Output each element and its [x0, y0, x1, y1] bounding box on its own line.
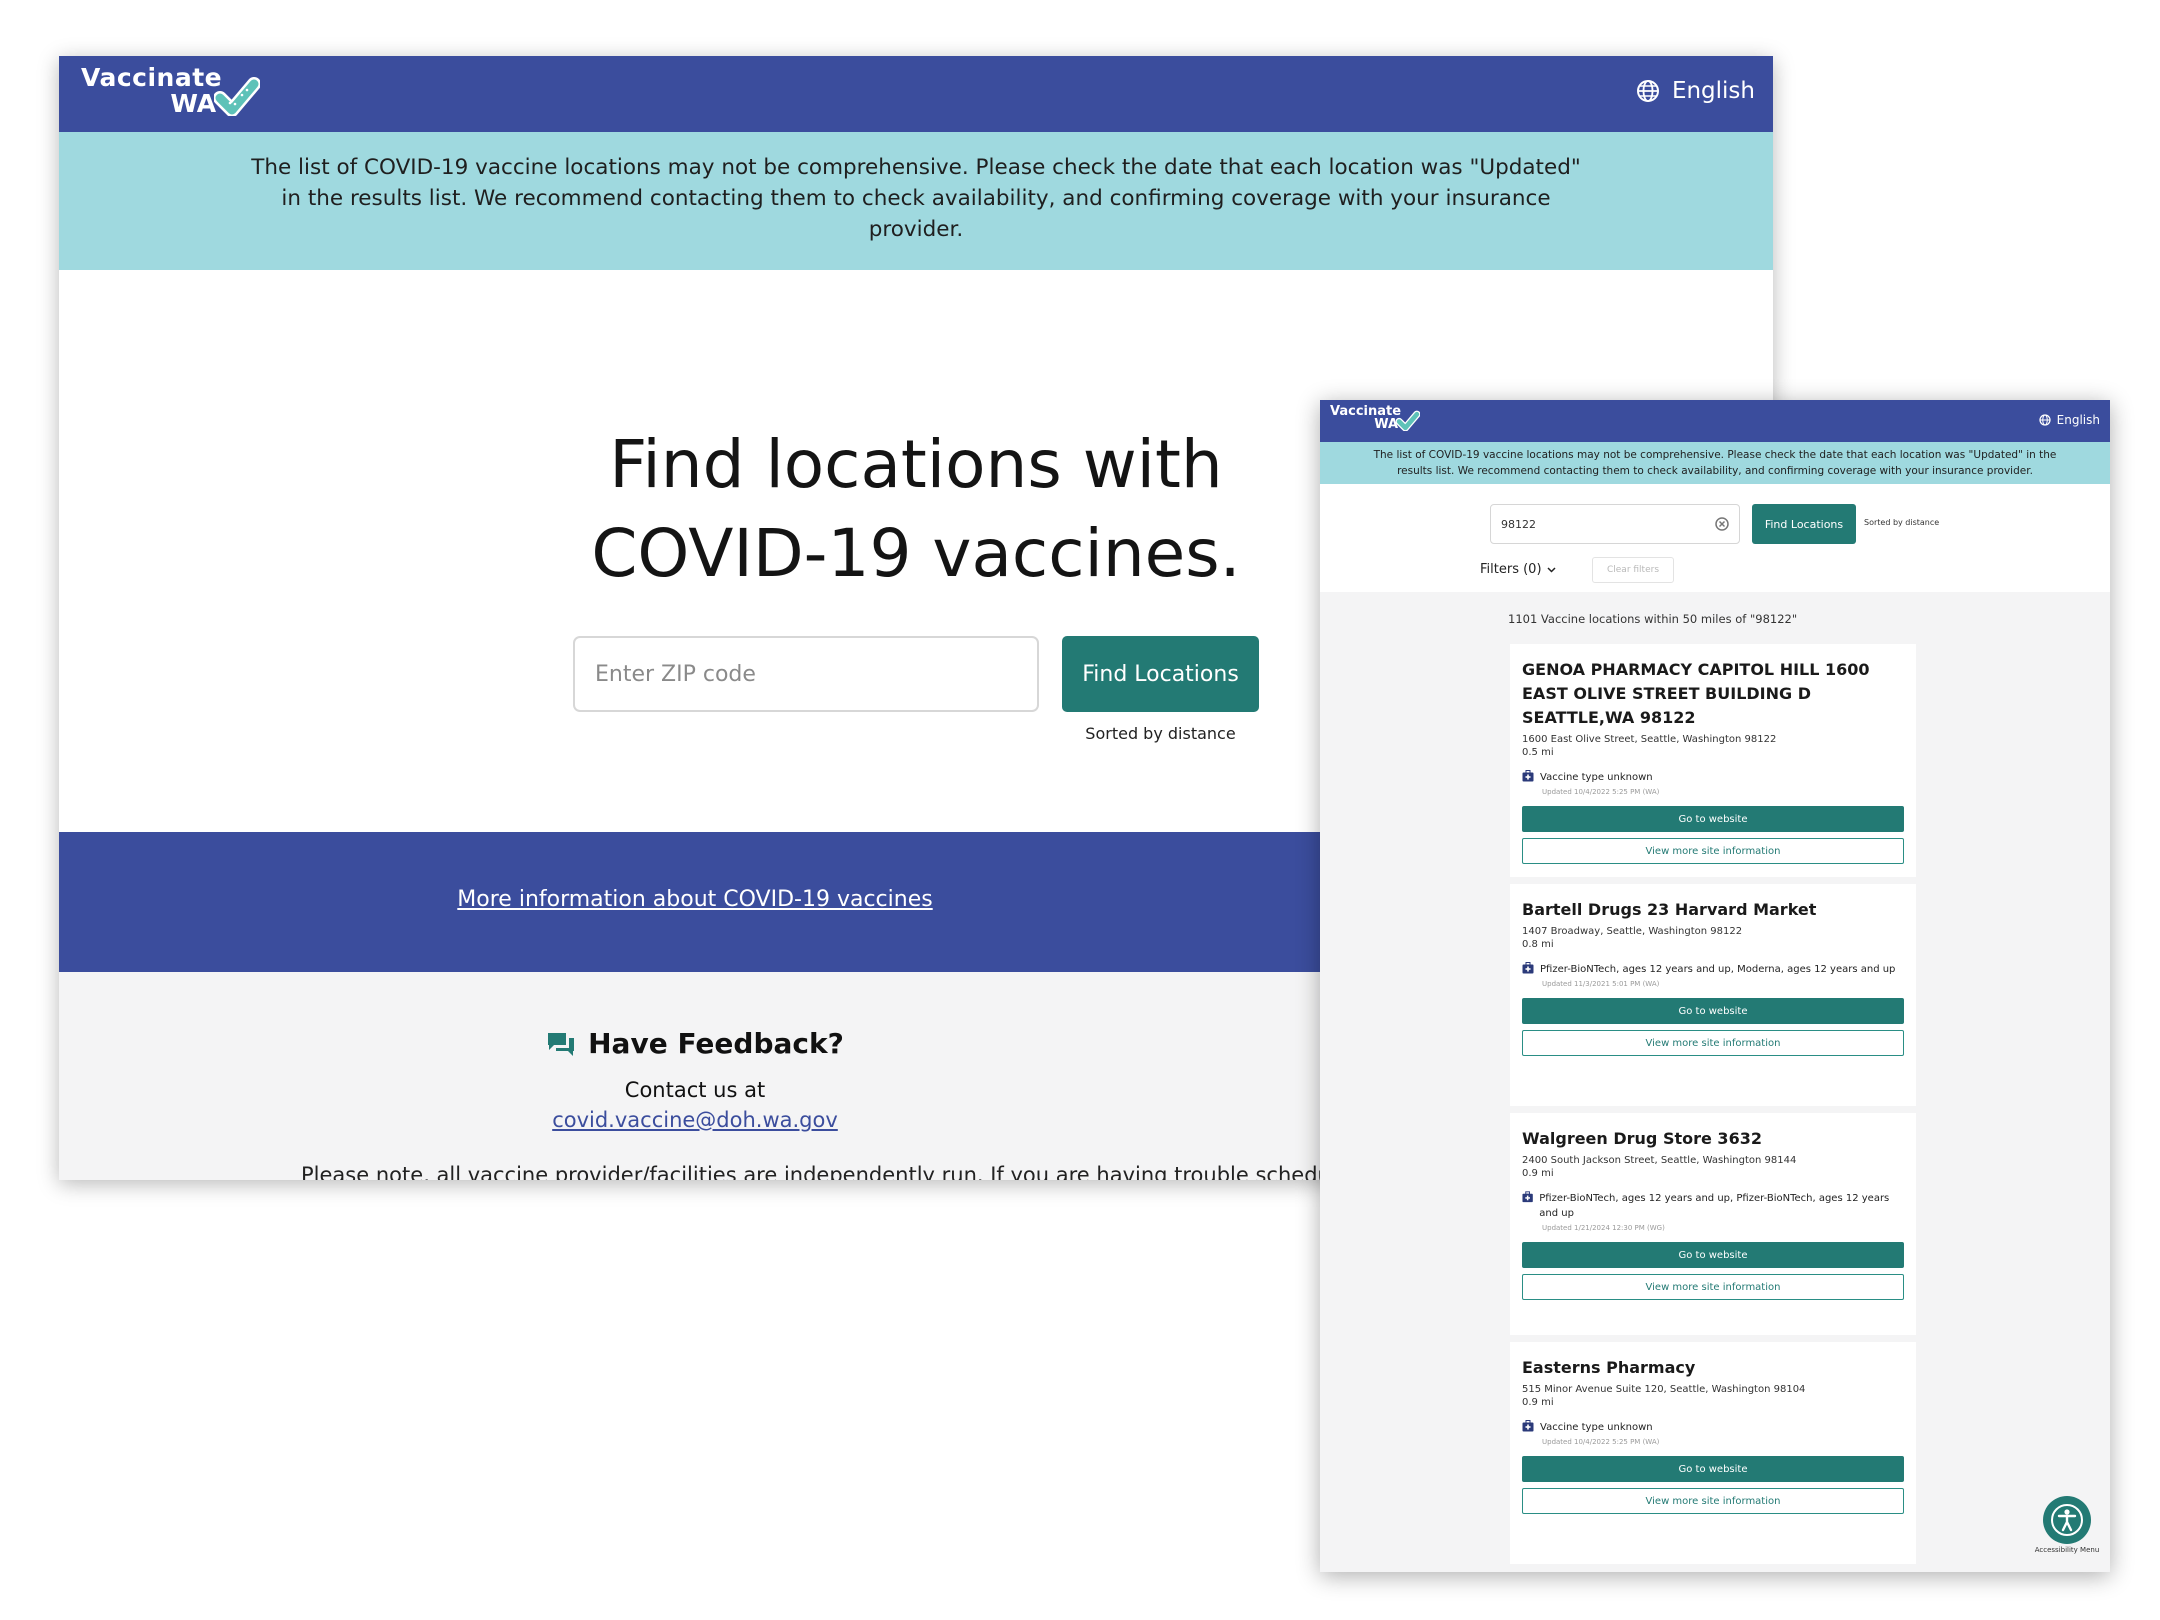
logo-text-line1: Vaccinate	[81, 62, 223, 92]
accessibility-menu-label: Accessibility Menu	[2034, 1546, 2100, 1554]
view-more-info-button[interactable]: View more site information	[1522, 1488, 1904, 1514]
medical-kit-icon	[1522, 962, 1534, 974]
location-address: 1600 East Olive Street, Seattle, Washing…	[1522, 734, 1777, 745]
language-label: English	[2056, 413, 2100, 427]
location-address: 515 Minor Avenue Suite 120, Seattle, Was…	[1522, 1384, 1806, 1395]
medical-kit-icon	[1522, 770, 1534, 782]
bandage-check-icon	[1396, 410, 1421, 431]
language-selector[interactable]: English	[1636, 78, 1755, 104]
go-to-website-button[interactable]: Go to website	[1522, 1456, 1904, 1482]
contact-label: Contact us at	[624, 1078, 766, 1102]
logo-text-line1: Vaccinate	[1330, 403, 1402, 419]
sorted-by-label: Sorted by distance	[1085, 724, 1236, 743]
location-address: 1407 Broadway, Seattle, Washington 98122	[1522, 926, 1743, 937]
updated-timestamp: Updated 1/21/2024 12:30 PM (WG)	[1542, 1224, 1665, 1232]
disclaimer-banner: The list of COVID-19 vaccine locations m…	[59, 132, 1773, 270]
location-card: Walgreen Drug Store 3632 2400 South Jack…	[1510, 1113, 1916, 1335]
location-distance: 0.9 mi	[1522, 1397, 1554, 1408]
clear-input-icon[interactable]	[1715, 517, 1729, 531]
sorted-by-label-small: Sorted by distance	[1864, 518, 1940, 527]
globe-icon	[2039, 414, 2051, 426]
go-to-website-button[interactable]: Go to website	[1522, 998, 1904, 1024]
vaccine-info-row: Pfizer-BioNTech, ages 12 years and up, M…	[1522, 962, 1904, 977]
location-distance: 0.9 mi	[1522, 1168, 1554, 1179]
vaccinate-wa-logo[interactable]: Vaccinate WA	[81, 62, 261, 118]
location-results-list: GENOA PHARMACY CAPITOL HILL 1600 EAST OL…	[1510, 644, 1916, 1571]
updated-timestamp: Updated 11/3/2021 5:01 PM (WA)	[1542, 980, 1660, 988]
feedback-heading: Have Feedback?	[59, 1027, 1331, 1060]
view-more-info-button[interactable]: View more site information	[1522, 838, 1904, 864]
results-screen: Vaccinate WA English The list of COVID-1…	[1320, 400, 2110, 1572]
view-more-info-button[interactable]: View more site information	[1522, 1274, 1904, 1300]
zip-code-input[interactable]	[573, 636, 1039, 712]
logo-text-line2: WA	[170, 88, 217, 118]
location-name: Walgreen Drug Store 3632	[1522, 1129, 1762, 1148]
top-nav-bar-small: Vaccinate WA English	[1320, 400, 2110, 442]
medical-kit-icon	[1522, 1191, 1533, 1203]
location-name: Easterns Pharmacy	[1522, 1358, 1696, 1377]
vaccine-types: Vaccine type unknown	[1540, 1422, 1653, 1433]
feedback-title: Have Feedback?	[588, 1027, 844, 1060]
bandage-check-icon	[214, 77, 261, 116]
language-label: English	[1671, 78, 1755, 104]
location-name: GENOA PHARMACY CAPITOL HILL 1600 EAST OL…	[1522, 660, 1870, 727]
accessibility-icon	[2051, 1504, 2083, 1536]
chat-icon	[548, 1032, 575, 1056]
vaccine-info-row: Vaccine type unknown	[1522, 770, 1904, 785]
updated-timestamp: Updated 10/4/2022 5:25 PM (WA)	[1542, 1438, 1660, 1446]
provider-note: Please note, all vaccine provider/facili…	[301, 1163, 1370, 1180]
vaccine-types: Pfizer-BioNTech, ages 12 years and up, P…	[1539, 1193, 1890, 1219]
accessibility-menu-button[interactable]	[2043, 1496, 2091, 1544]
disclaimer-banner-small: The list of COVID-19 vaccine locations m…	[1320, 442, 2110, 484]
vaccine-types: Pfizer-BioNTech, ages 12 years and up, M…	[1540, 964, 1896, 975]
filters-dropdown[interactable]: Filters (0)	[1480, 562, 1556, 577]
medical-kit-icon	[1522, 1420, 1534, 1432]
filters-label: Filters (0)	[1480, 562, 1542, 577]
contact-email-link[interactable]: covid.vaccine@doh.wa.gov	[59, 1108, 1331, 1132]
vaccinate-wa-logo-small[interactable]: Vaccinate WA	[1330, 403, 1421, 432]
logo-text-line2: WA	[1374, 416, 1399, 432]
find-locations-button[interactable]: Find Locations	[1062, 636, 1259, 712]
location-address: 2400 South Jackson Street, Seattle, Wash…	[1522, 1155, 1797, 1166]
clear-filters-button[interactable]: Clear filters	[1592, 557, 1674, 583]
view-more-info-button[interactable]: View more site information	[1522, 1030, 1904, 1056]
zip-code-input-filled[interactable]: 98122	[1490, 504, 1740, 544]
location-distance: 0.8 mi	[1522, 939, 1554, 950]
updated-timestamp: Updated 10/4/2022 5:25 PM (WA)	[1542, 788, 1660, 796]
results-search-area: 98122 Find Locations Sorted by distance …	[1320, 484, 2110, 592]
chevron-down-icon	[1546, 566, 1556, 573]
vaccine-info-row: Vaccine type unknown	[1522, 1420, 1904, 1435]
disclaimer-text: The list of COVID-19 vaccine locations m…	[251, 155, 1581, 242]
location-distance: 0.5 mi	[1522, 747, 1554, 758]
location-card: GENOA PHARMACY CAPITOL HILL 1600 EAST OL…	[1510, 644, 1916, 877]
more-info-link[interactable]: More information about COVID-19 vaccines	[59, 887, 1331, 912]
location-card: Easterns Pharmacy 515 Minor Avenue Suite…	[1510, 1342, 1916, 1564]
globe-icon	[1636, 80, 1659, 102]
find-locations-button-small[interactable]: Find Locations	[1752, 504, 1856, 544]
results-count: 1101 Vaccine locations within 50 miles o…	[1508, 612, 1798, 626]
location-name: Bartell Drugs 23 Harvard Market	[1522, 900, 1817, 919]
go-to-website-button[interactable]: Go to website	[1522, 1242, 1904, 1268]
vaccine-types: Vaccine type unknown	[1540, 772, 1653, 783]
vaccine-info-row: Pfizer-BioNTech, ages 12 years and up, P…	[1522, 1191, 1904, 1221]
location-card: Bartell Drugs 23 Harvard Market 1407 Bro…	[1510, 884, 1916, 1106]
disclaimer-text: The list of COVID-19 vaccine locations m…	[1373, 449, 2057, 477]
top-nav-bar: Vaccinate WA English	[59, 56, 1773, 132]
zip-value: 98122	[1501, 517, 1536, 531]
go-to-website-button[interactable]: Go to website	[1522, 806, 1904, 832]
language-selector-small[interactable]: English	[2039, 413, 2100, 427]
